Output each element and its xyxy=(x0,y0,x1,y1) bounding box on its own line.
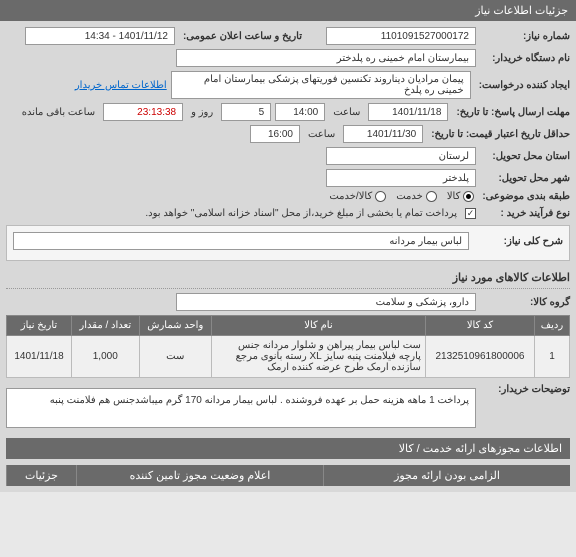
requester-label: ایجاد کننده درخواست: xyxy=(475,80,570,91)
th-date: تاریخ نیاز xyxy=(7,316,72,336)
row-deadline: مهلت ارسال پاسخ: تا تاریخ: 1401/11/18 سا… xyxy=(6,103,570,121)
buyer-value: بیمارستان امام خمینی ره پلدختر xyxy=(176,49,476,67)
buyer-notes-label: توضیحات خریدار: xyxy=(480,384,570,395)
permits-title: اطلاعات مجوزهای ارائه خدمت / کالا xyxy=(399,442,562,455)
radio-goods[interactable]: کالا xyxy=(447,191,475,202)
goods-group-label: گروه کالا: xyxy=(480,297,570,308)
remaining-time: 23:13:38 xyxy=(103,103,183,121)
details-col: جزئیات xyxy=(6,465,76,486)
cell-code: 2132510961800006 xyxy=(425,336,534,378)
budget-label: طبقه بندی موضوعی: xyxy=(478,191,570,202)
th-qty: تعداد / مقدار xyxy=(71,316,139,336)
radio-both[interactable]: کالا/خدمت xyxy=(329,191,386,202)
row-province: استان محل تحویل: لرستان xyxy=(6,147,570,165)
required-col: الزامی بودن ارائه مجوز xyxy=(323,465,570,486)
row-buy-type: نوع فرآیند خرید : پرداخت تمام یا بخشی از… xyxy=(6,206,570,221)
radio-icon xyxy=(463,191,474,202)
radio-icon xyxy=(426,191,437,202)
contact-link[interactable]: اطلاعات تماس خریدار xyxy=(75,80,167,91)
hour-label-1: ساعت xyxy=(329,107,364,118)
city-label: شهر محل تحویل: xyxy=(480,173,570,184)
announce-label: تاریخ و ساعت اعلان عمومی: xyxy=(179,31,302,42)
radio-both-label: کالا/خدمت xyxy=(329,191,372,202)
row-need-number: شماره نیاز: 1101091527000172 تاریخ و ساع… xyxy=(6,27,570,45)
buy-type-note: پرداخت تمام یا بخشی از مبلغ خرید،از محل … xyxy=(141,206,461,221)
th-unit: واحد شمارش xyxy=(139,316,211,336)
validity-hour: 16:00 xyxy=(250,125,300,143)
cell-row: 1 xyxy=(535,336,570,378)
table-header-row: ردیف کد کالا نام کالا واحد شمارش تعداد /… xyxy=(7,316,570,336)
day-and-label: روز و xyxy=(187,107,217,118)
row-summary: شرح کلی نیاز: لباس بیمار مردانه xyxy=(13,232,563,250)
summary-label: شرح کلی نیاز: xyxy=(473,236,563,247)
summary-text: لباس بیمار مردانه xyxy=(13,232,469,250)
row-buyer-notes: توضیحات خریدار: پرداخت 1 ماهه هزینه حمل … xyxy=(6,384,570,432)
row-budget: طبقه بندی موضوعی: کالا خدمت کالا/خدمت xyxy=(6,191,570,202)
goods-group-value: دارو، پزشکی و سلامت xyxy=(176,293,476,311)
validity-label: حداقل تاریخ اعتبار قیمت: تا تاریخ: xyxy=(427,129,570,140)
table-row: 1 2132510961800006 ست لباس بیمار پیراهن … xyxy=(7,336,570,378)
buy-type-checkbox[interactable] xyxy=(465,208,476,219)
goods-table: ردیف کد کالا نام کالا واحد شمارش تعداد /… xyxy=(6,315,570,378)
summary-box: شرح کلی نیاز: لباس بیمار مردانه xyxy=(6,225,570,261)
required-label: الزامی بودن ارائه مجوز xyxy=(394,470,500,482)
th-name: نام کالا xyxy=(211,316,425,336)
details-label: جزئیات xyxy=(25,470,58,482)
th-code: کد کالا xyxy=(425,316,534,336)
deadline-date: 1401/11/18 xyxy=(368,103,448,121)
status-col: اعلام وضعیت مجوز تامین کننده xyxy=(76,465,323,486)
deadline-label: مهلت ارسال پاسخ: تا تاریخ: xyxy=(452,107,570,118)
page-header: جزئیات اطلاعات نیاز xyxy=(0,0,576,21)
buy-type-label: نوع فرآیند خرید : xyxy=(480,208,570,219)
hour-label-2: ساعت xyxy=(304,129,339,140)
cell-unit: ست xyxy=(139,336,211,378)
need-number-value: 1101091527000172 xyxy=(326,27,476,45)
validity-date: 1401/11/30 xyxy=(343,125,423,143)
row-goods-group: گروه کالا: دارو، پزشکی و سلامت xyxy=(6,293,570,311)
permits-accordion[interactable]: اطلاعات مجوزهای ارائه خدمت / کالا xyxy=(6,438,570,459)
budget-radio-group: کالا خدمت کالا/خدمت xyxy=(329,191,474,202)
radio-icon xyxy=(375,191,386,202)
need-number-label: شماره نیاز: xyxy=(480,31,570,42)
requester-value: پیمان مرادیان دیناروند تکنسین فوریتهای پ… xyxy=(171,71,471,99)
row-city: شهر محل تحویل: پلدختر xyxy=(6,169,570,187)
buyer-label: نام دستگاه خریدار: xyxy=(480,53,570,64)
buyer-notes-text: پرداخت 1 ماهه هزینه حمل بر عهده فروشنده … xyxy=(6,388,476,428)
page-title: جزئیات اطلاعات نیاز xyxy=(475,5,568,17)
day-count: 5 xyxy=(221,103,271,121)
row-validity: حداقل تاریخ اعتبار قیمت: تا تاریخ: 1401/… xyxy=(6,125,570,143)
row-buyer: نام دستگاه خریدار: بیمارستان امام خمینی … xyxy=(6,49,570,67)
radio-service[interactable]: خدمت xyxy=(396,191,437,202)
goods-section-title: اطلاعات کالاهای مورد نیاز xyxy=(6,267,570,289)
deadline-hour: 14:00 xyxy=(275,103,325,121)
cell-qty: 1,000 xyxy=(71,336,139,378)
status-bar: الزامی بودن ارائه مجوز اعلام وضعیت مجوز … xyxy=(6,465,570,486)
th-row: ردیف xyxy=(535,316,570,336)
status-label: اعلام وضعیت مجوز تامین کننده xyxy=(130,470,271,482)
row-requester: ایجاد کننده درخواست: پیمان مرادیان دینار… xyxy=(6,71,570,99)
cell-date: 1401/11/18 xyxy=(7,336,72,378)
radio-service-label: خدمت xyxy=(396,191,423,202)
announce-value: 1401/11/12 - 14:34 xyxy=(25,27,175,45)
cell-name: ست لباس بیمار پیراهن و شلوار مردانه جنس … xyxy=(211,336,425,378)
radio-goods-label: کالا xyxy=(447,191,461,202)
city-value: پلدختر xyxy=(326,169,476,187)
remaining-label: ساعت باقی مانده xyxy=(18,107,99,118)
main-content: شماره نیاز: 1101091527000172 تاریخ و ساع… xyxy=(0,21,576,492)
province-label: استان محل تحویل: xyxy=(480,151,570,162)
province-value: لرستان xyxy=(326,147,476,165)
